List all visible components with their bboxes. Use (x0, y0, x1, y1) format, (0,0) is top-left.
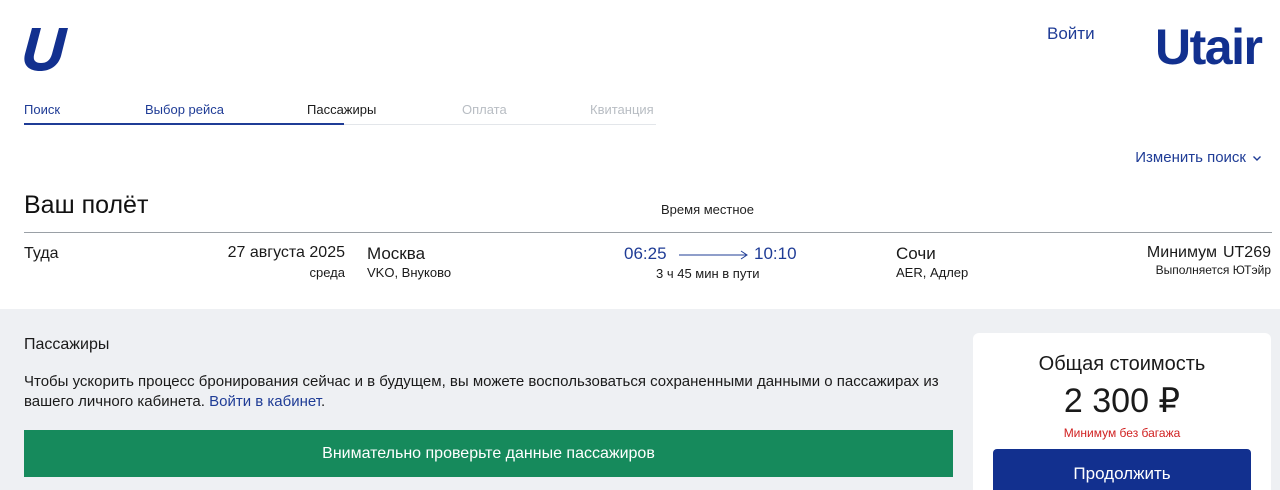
operator-note: Выполняется ЮТэйр (1155, 263, 1271, 277)
arrival-airport: AER, Адлер (896, 265, 969, 280)
total-price: 2 300 ₽ (1063, 382, 1181, 420)
arrow-right-icon (679, 250, 748, 260)
steps-progress (24, 123, 344, 125)
arrival-time: 10:10 (754, 244, 797, 263)
arrival-city: Сочи (896, 244, 936, 263)
departure-time: 06:25 (624, 244, 667, 263)
step-search[interactable]: Поиск (24, 102, 60, 117)
price-summary: Общая стоимость 2 300 ₽ Минимум без бага… (973, 333, 1271, 490)
total-label: Общая стоимость (1038, 353, 1206, 375)
segment-weekday: среда (309, 265, 346, 280)
step-payment: Оплата (462, 102, 507, 117)
passengers-info-text: Чтобы ускорить процесс бронирования сейч… (24, 373, 939, 411)
utair-u-icon[interactable] (22, 24, 72, 72)
step-passengers: Пассажиры (307, 102, 377, 117)
departure-airport: VKO, Внуково (367, 265, 452, 280)
fare-note: Минимум без багажа (1063, 426, 1181, 440)
passengers-info: Чтобы ускорить процесс бронирования сейч… (24, 373, 939, 411)
cabinet-login-link[interactable]: Войти в кабинет (209, 393, 321, 410)
segment-date: 27 августа 2025 (227, 244, 345, 261)
change-search-label: Изменить поиск (1135, 149, 1246, 166)
flight-duration: 3 ч 45 мин в пути (656, 266, 760, 281)
flight-title: Ваш полёт (24, 191, 149, 219)
flight-divider (24, 232, 1272, 233)
continue-button[interactable]: Продолжить (993, 449, 1251, 490)
passengers-section: Пассажиры Чтобы ускорить процесс брониро… (0, 309, 1280, 490)
step-flight-select[interactable]: Выбор рейса (145, 102, 224, 117)
departure-city: Москва (367, 244, 426, 263)
local-time-note: Время местное (661, 202, 754, 217)
segment-direction: Туда (24, 245, 59, 262)
chevron-down-icon (1253, 155, 1261, 161)
flight-number: UT269 (1222, 244, 1271, 261)
booking-steps: Поиск Выбор рейса Пассажиры Оплата Квита… (24, 102, 656, 126)
brand-logo[interactable]: Utair (1155, 22, 1263, 72)
passengers-title: Пассажиры (24, 336, 110, 353)
change-search-button[interactable]: Изменить поиск (1135, 149, 1262, 166)
login-link[interactable]: Войти (1047, 24, 1095, 44)
step-receipt: Квитанция (590, 102, 654, 117)
check-data-banner: Внимательно проверьте данные пассажиров (24, 430, 953, 477)
fare-info: Минимум UT269 (1147, 244, 1271, 262)
fare-name: Минимум (1146, 244, 1217, 261)
